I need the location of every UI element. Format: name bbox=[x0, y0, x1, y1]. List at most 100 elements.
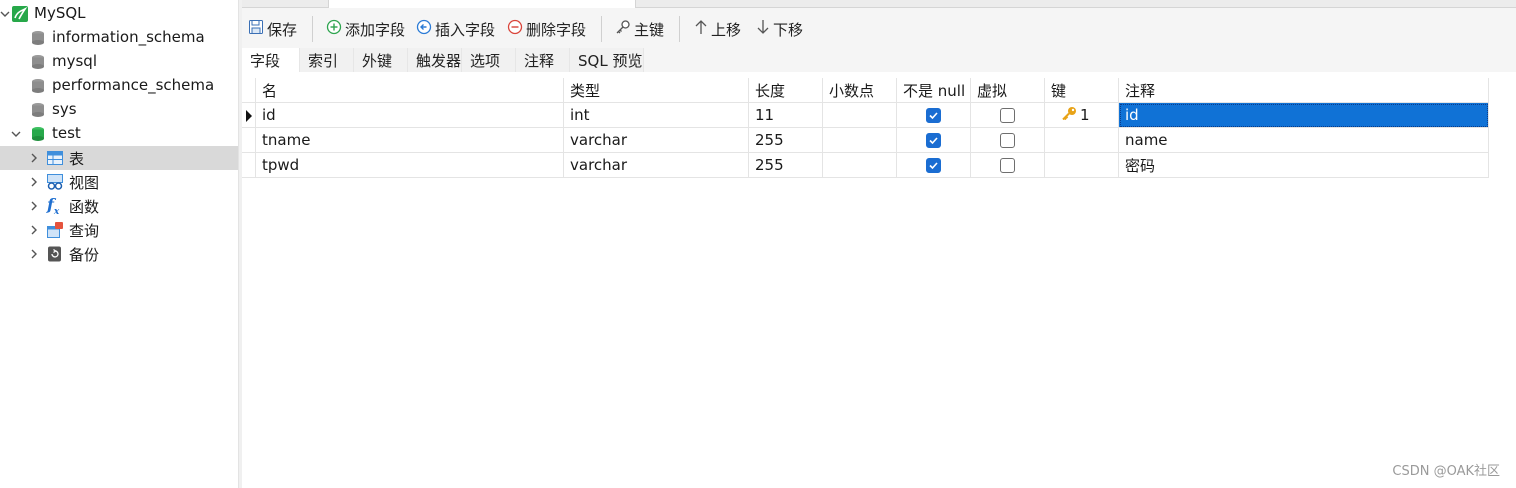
cell-key[interactable] bbox=[1045, 128, 1119, 153]
primary-key-label: 主键 bbox=[634, 20, 665, 39]
mysql-connection-icon bbox=[12, 6, 28, 22]
table-row[interactable]: id int 11 1 id bbox=[242, 103, 1489, 128]
database-icon bbox=[30, 102, 46, 118]
toolbar-divider bbox=[312, 16, 313, 42]
cell-length[interactable]: 255 bbox=[749, 128, 823, 153]
insert-field-button[interactable]: 插入字段 bbox=[416, 18, 495, 40]
chevron-right-icon[interactable] bbox=[28, 176, 40, 188]
database-icon bbox=[30, 78, 46, 94]
designer-toolbar: 保存 添加字段 插入字段 删除字段 主键 上移 下移 bbox=[242, 8, 1516, 46]
not-null-checkbox[interactable] bbox=[926, 107, 941, 123]
cell-virtual[interactable] bbox=[971, 153, 1045, 178]
tab-options[interactable]: 选项 bbox=[462, 48, 516, 72]
view-icon bbox=[47, 174, 63, 190]
column-header-not-null[interactable]: 不是 null bbox=[897, 78, 971, 103]
tab-foreign-keys[interactable]: 外键 bbox=[354, 48, 408, 72]
cell-type[interactable]: int bbox=[564, 103, 749, 128]
column-header-decimals[interactable]: 小数点 bbox=[823, 78, 897, 103]
delete-field-button[interactable]: 删除字段 bbox=[507, 18, 586, 40]
virtual-checkbox[interactable] bbox=[1000, 157, 1015, 173]
row-selector[interactable] bbox=[242, 128, 256, 153]
cell-decimals[interactable] bbox=[823, 128, 897, 153]
move-up-button[interactable]: 上移 bbox=[694, 18, 741, 40]
tree-connection-mysql[interactable]: MySQL bbox=[0, 2, 238, 26]
cell-decimals[interactable] bbox=[823, 153, 897, 178]
tree-db-sys[interactable]: sys bbox=[0, 98, 238, 122]
cell-decimals[interactable] bbox=[823, 103, 897, 128]
tab-fields[interactable]: 字段 bbox=[242, 48, 300, 72]
cell-type[interactable]: varchar bbox=[564, 128, 749, 153]
cell-name[interactable]: tname bbox=[256, 128, 564, 153]
insert-field-label: 插入字段 bbox=[435, 20, 496, 39]
table-row[interactable]: tpwd varchar 255 密码 bbox=[242, 153, 1489, 178]
watermark-text: CSDN @OAK社区 bbox=[1392, 464, 1500, 479]
backup-icon bbox=[47, 246, 63, 262]
column-header-key[interactable]: 键 bbox=[1045, 78, 1119, 103]
cell-comment[interactable]: 密码 bbox=[1119, 153, 1489, 178]
cell-comment[interactable]: id bbox=[1119, 103, 1489, 128]
arrow-down-icon bbox=[756, 19, 770, 39]
not-null-checkbox[interactable] bbox=[926, 132, 941, 148]
column-header-length[interactable]: 长度 bbox=[749, 78, 823, 103]
cell-length[interactable]: 255 bbox=[749, 153, 823, 178]
designer-tabs: 字段 索引 外键 触发器 选项 注释 SQL 预览 bbox=[242, 46, 1516, 72]
chevron-right-icon[interactable] bbox=[28, 200, 40, 212]
document-tabstrip bbox=[242, 0, 1516, 8]
cell-virtual[interactable] bbox=[971, 128, 1045, 153]
table-row[interactable]: tname varchar 255 name bbox=[242, 128, 1489, 153]
not-null-checkbox[interactable] bbox=[926, 157, 941, 173]
tab-comment[interactable]: 注释 bbox=[516, 48, 570, 72]
tree-item-tables[interactable]: 表 bbox=[0, 146, 238, 170]
cell-comment[interactable]: name bbox=[1119, 128, 1489, 153]
chevron-right-icon[interactable] bbox=[28, 152, 40, 164]
tree-db-performance-schema[interactable]: performance_schema bbox=[0, 74, 238, 98]
document-tab-active[interactable] bbox=[328, 0, 636, 8]
tab-indexes[interactable]: 索引 bbox=[300, 48, 354, 72]
row-selector[interactable] bbox=[242, 103, 256, 128]
tree-item-backups[interactable]: 备份 bbox=[0, 242, 238, 266]
cell-not-null[interactable] bbox=[897, 103, 971, 128]
tree-item-queries[interactable]: 查询 bbox=[0, 218, 238, 242]
toolbar-divider bbox=[601, 16, 602, 42]
database-icon bbox=[30, 30, 46, 46]
column-header-virtual[interactable]: 虚拟 bbox=[971, 78, 1045, 103]
row-selector[interactable] bbox=[242, 153, 256, 178]
database-open-icon bbox=[30, 126, 46, 142]
tree-item-views[interactable]: 视图 bbox=[0, 170, 238, 194]
save-button[interactable]: 保存 bbox=[248, 18, 297, 40]
virtual-checkbox[interactable] bbox=[1000, 107, 1015, 123]
save-label: 保存 bbox=[267, 20, 298, 39]
tab-sql-preview[interactable]: SQL 预览 bbox=[570, 48, 644, 72]
table-designer: 保存 添加字段 插入字段 删除字段 主键 上移 下移 字段 索引 外键 触发器 … bbox=[242, 0, 1516, 488]
add-circle-icon bbox=[326, 19, 342, 39]
chevron-right-icon[interactable] bbox=[28, 248, 40, 260]
cell-length[interactable]: 11 bbox=[749, 103, 823, 128]
floppy-icon bbox=[248, 19, 264, 39]
add-field-button[interactable]: 添加字段 bbox=[326, 18, 405, 40]
virtual-checkbox[interactable] bbox=[1000, 132, 1015, 148]
cell-virtual[interactable] bbox=[971, 103, 1045, 128]
add-field-label: 添加字段 bbox=[345, 20, 406, 39]
chevron-right-icon[interactable] bbox=[28, 224, 40, 236]
tree-db-information-schema[interactable]: information_schema bbox=[0, 26, 238, 50]
cell-not-null[interactable] bbox=[897, 153, 971, 178]
cell-key[interactable] bbox=[1045, 153, 1119, 178]
column-header-type[interactable]: 类型 bbox=[564, 78, 749, 103]
tree-db-mysql[interactable]: mysql bbox=[0, 50, 238, 74]
tree-label: test bbox=[52, 124, 81, 142]
tab-triggers[interactable]: 触发器 bbox=[408, 48, 462, 72]
cell-not-null[interactable] bbox=[897, 128, 971, 153]
tree-label: 表 bbox=[69, 150, 85, 168]
column-header-name[interactable]: 名 bbox=[256, 78, 564, 103]
cell-name[interactable]: id bbox=[256, 103, 564, 128]
primary-key-button[interactable]: 主键 bbox=[615, 18, 664, 40]
cell-name[interactable]: tpwd bbox=[256, 153, 564, 178]
move-down-button[interactable]: 下移 bbox=[756, 18, 803, 40]
cell-type[interactable]: varchar bbox=[564, 153, 749, 178]
chevron-down-icon[interactable] bbox=[10, 128, 22, 140]
chevron-down-icon[interactable] bbox=[0, 8, 11, 20]
cell-key[interactable]: 1 bbox=[1045, 103, 1119, 128]
tree-item-functions[interactable]: fx 函数 bbox=[0, 194, 238, 218]
tree-db-test[interactable]: test bbox=[0, 122, 238, 146]
column-header-comment[interactable]: 注释 bbox=[1119, 78, 1489, 103]
